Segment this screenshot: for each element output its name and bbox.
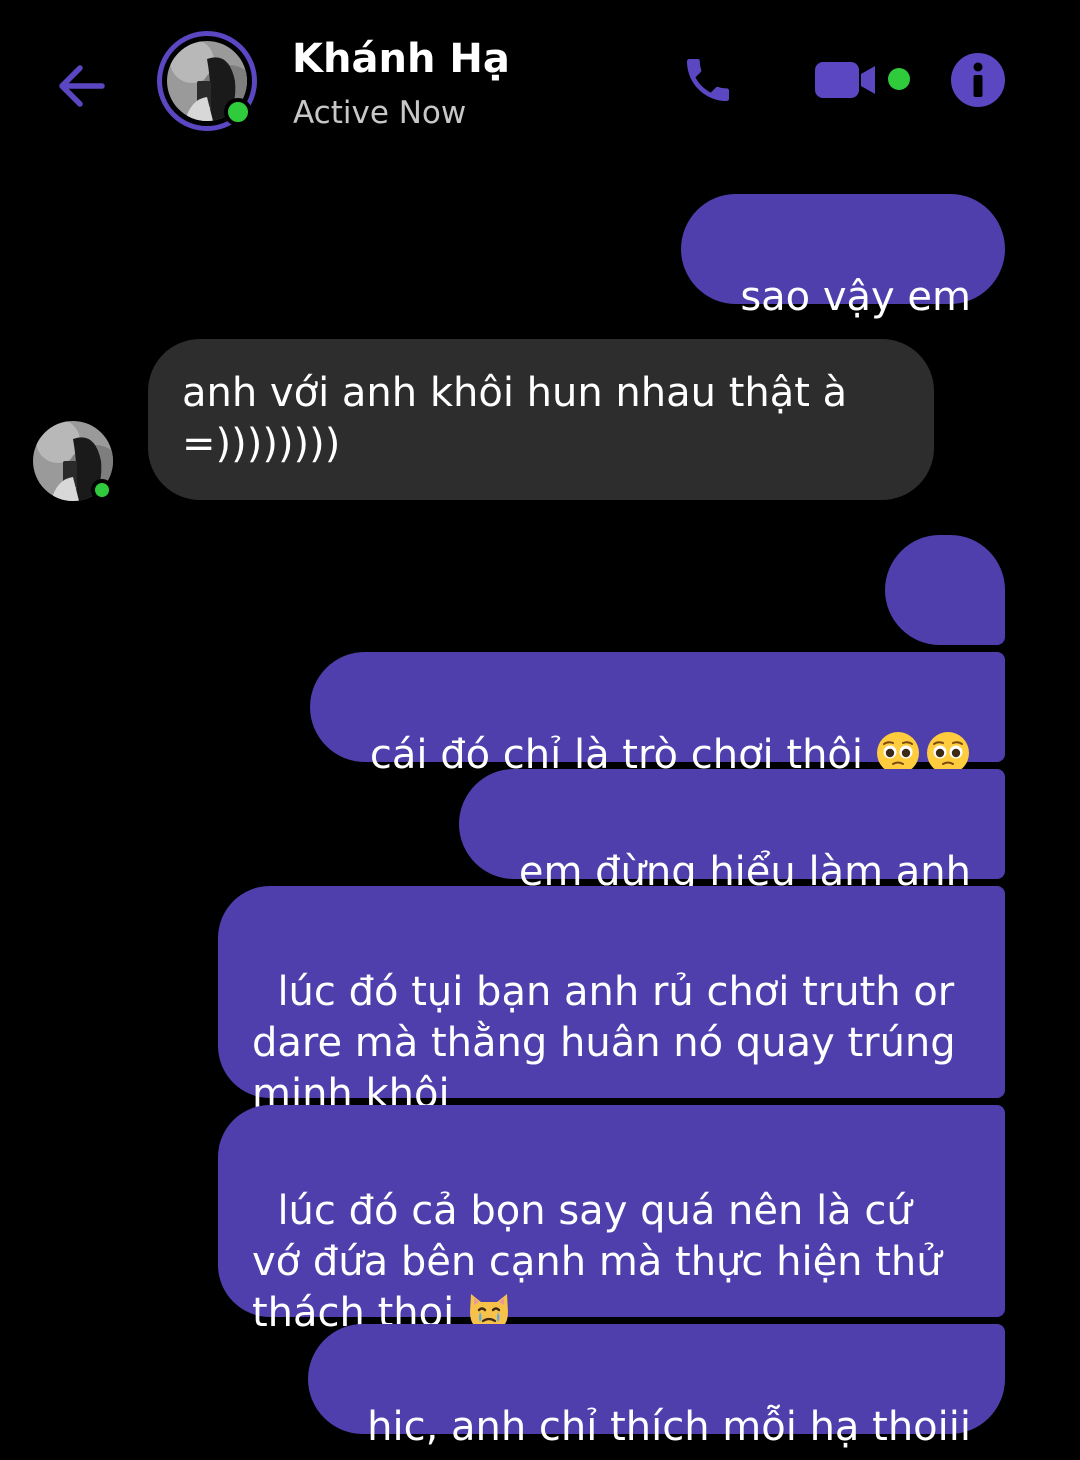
video-online-dot [888,68,910,90]
info-icon [951,53,1005,107]
video-camera-icon [815,62,875,98]
contact-name[interactable]: Khánh Hạ [292,36,510,82]
message-bubble-outgoing[interactable]: sao vậy em [680,194,1005,320]
message-bubble-outgoing[interactable] [885,535,1005,708]
conversation-info-button[interactable] [948,50,1008,110]
message-bubble-incoming[interactable]: anh với anh khôi hun nhau thật à =))))))… [148,339,934,500]
phone-icon [687,59,729,101]
message-bubble-outgoing[interactable]: lúc đó tụi bạn anh rủ chơi truth or dare… [218,886,1005,1117]
message-text: sao vậy em [740,274,971,320]
arrow-left-icon [59,65,105,107]
message-text: lúc đó cả bọn say quá nên là cứ vớ đứa b… [252,1188,955,1336]
active-status: Active Now [293,95,467,131]
message-text: anh với anh khôi hun nhau thật à =))))))… [182,370,848,467]
video-call-button[interactable] [810,54,880,106]
back-button[interactable] [50,58,110,114]
message-bubble-outgoing[interactable]: hic, anh chỉ thích mỗi hạ thoiii [307,1324,1005,1450]
voice-call-button[interactable] [678,50,738,110]
sender-online-indicator [91,479,113,501]
chat-header: Khánh Hạ Active Now [0,0,1080,170]
message-text: hic, anh chỉ thích mỗi hạ thoiii [367,1404,971,1450]
message-bubble-outgoing[interactable]: cái đó chỉ là trò chơi thôi [310,652,1005,778]
online-indicator [224,98,252,126]
message-bubble-outgoing[interactable]: lúc đó cả bọn say quá nên là cứ vớ đứa b… [218,1105,1005,1336]
message-text: lúc đó tụi bạn anh rủ chơi truth or dare… [252,969,969,1117]
message-bubble-outgoing[interactable]: em đừng hiểu làm anh [459,769,1005,895]
